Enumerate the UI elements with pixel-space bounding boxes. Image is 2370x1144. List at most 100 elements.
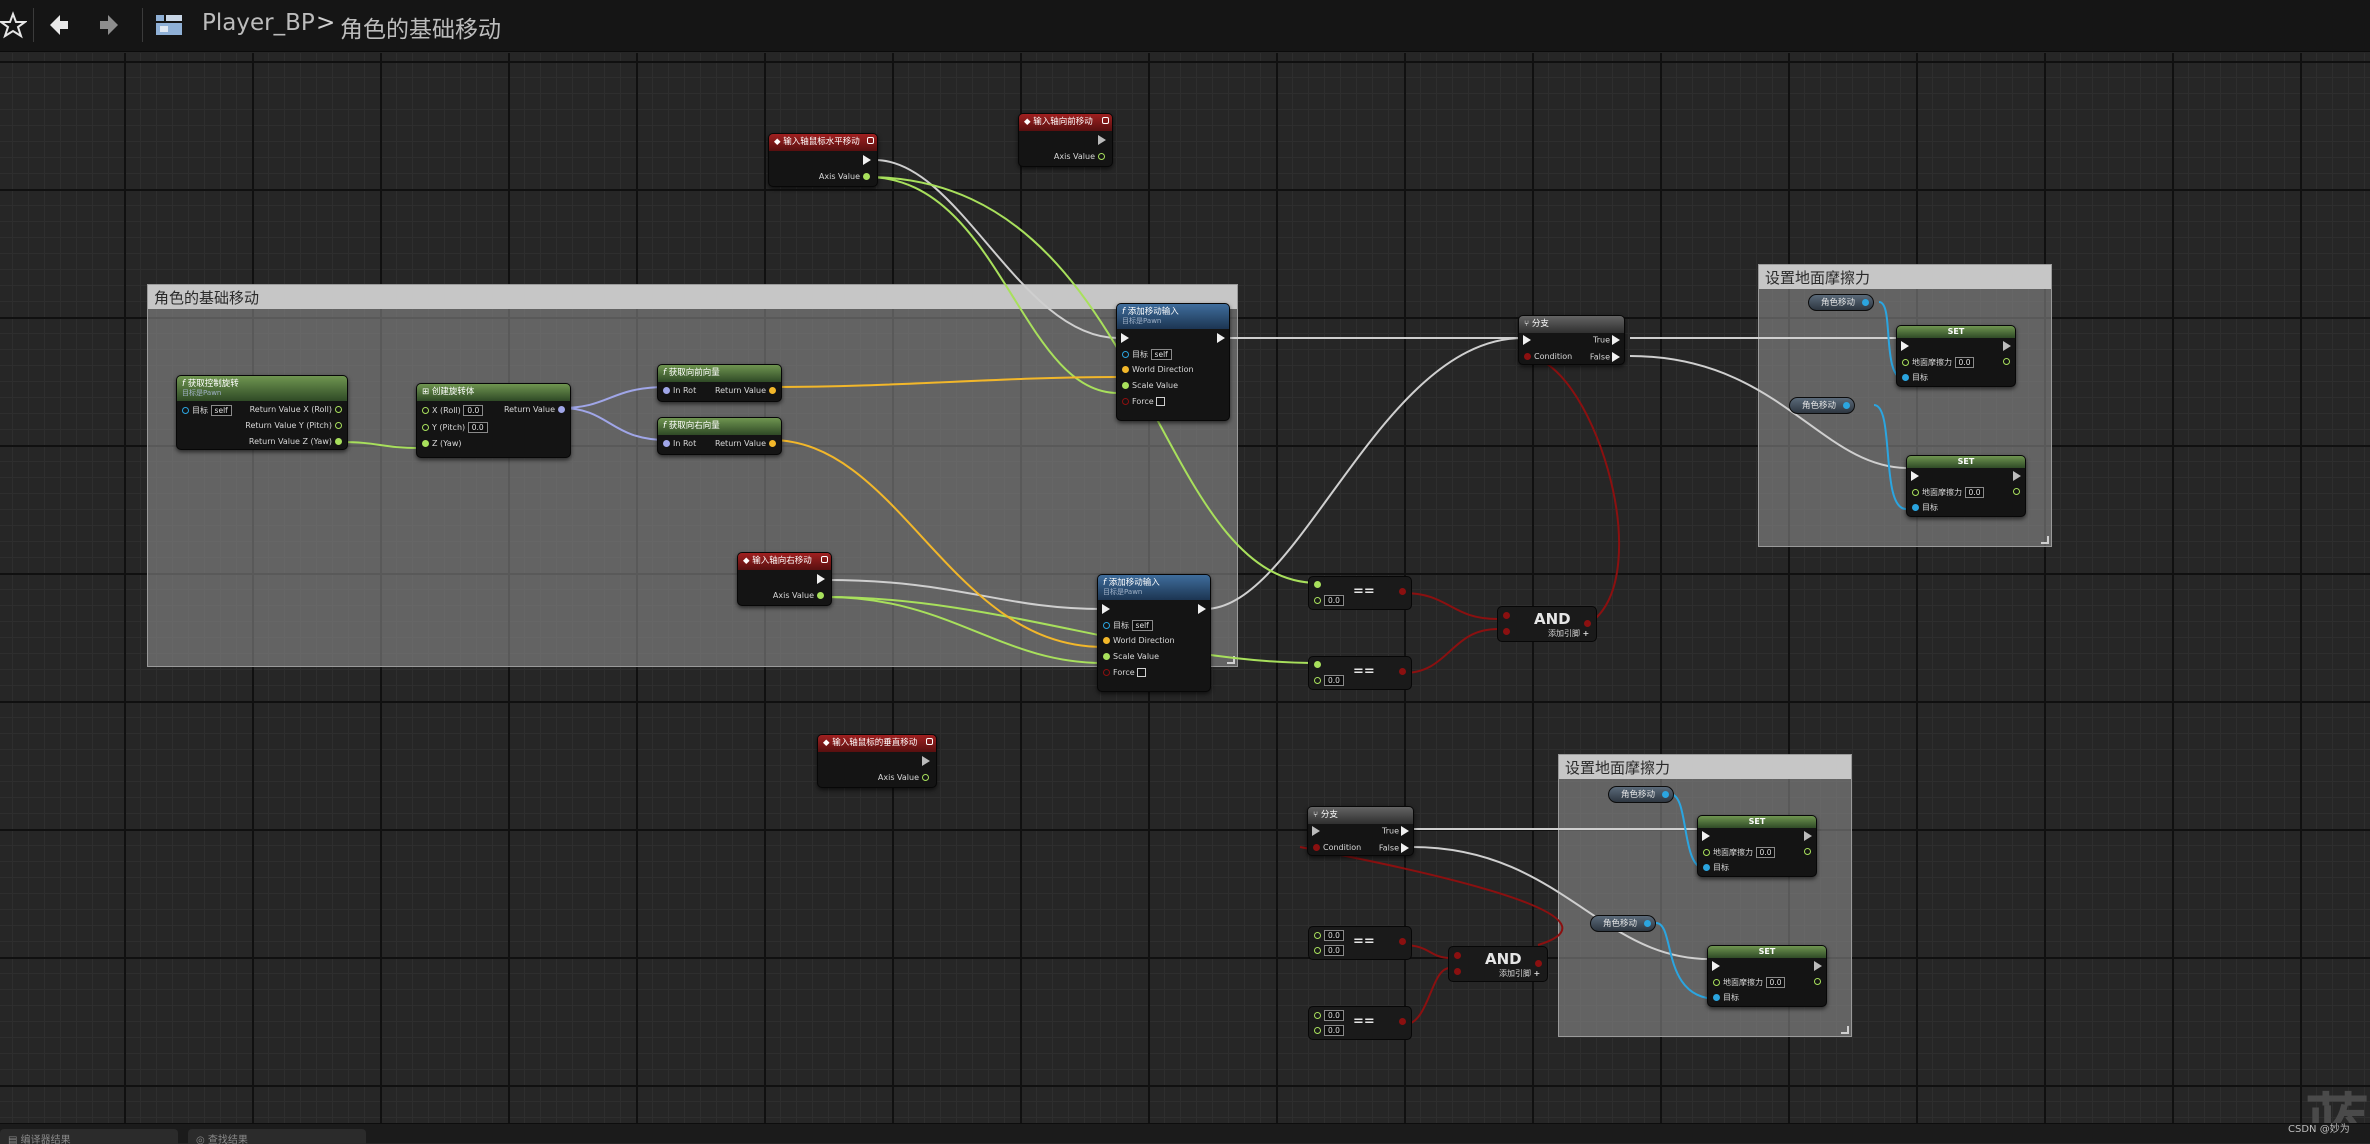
equals-node[interactable]: 0.0 0.0 == [1308,926,1412,960]
equals-node[interactable]: 0.0 == [1308,576,1412,610]
set-ground-friction-node[interactable]: SET 地面摩擦力 0.0 目标 [1896,325,2016,387]
star-icon[interactable] [0,8,30,42]
return-value-pin[interactable]: Return Value [715,439,779,449]
get-right-vector-node[interactable]: f 获取向右向量 In Rot Return Value [657,417,782,455]
breadcrumb-blueprint[interactable]: Player_BP [202,10,315,36]
tab-find-results[interactable]: ◎ 查找结果 [188,1129,366,1144]
condition-pin[interactable]: Condition [1521,352,1572,362]
axis-value-pin[interactable]: Axis Value [878,773,932,783]
back-arrow-icon[interactable] [42,8,76,42]
target-value-field[interactable]: self [1150,349,1172,360]
add-pin-button[interactable]: 添加引脚 + [1499,969,1540,979]
exec-in-pin[interactable] [1521,335,1533,346]
node-header[interactable]: SET [1897,326,2015,338]
target-value-field[interactable]: self [1131,620,1153,631]
friction-value-field[interactable]: 0.0 [1765,977,1786,988]
float-in-a-pin[interactable] [1311,580,1324,590]
exec-out-pin[interactable] [1215,333,1227,344]
float-in-a-pin[interactable]: 0.0 [1311,1010,1344,1021]
x-roll-pin[interactable]: X (Roll) 0.0 [419,405,484,416]
add-pin-button[interactable]: 添加引脚 + [1548,629,1589,639]
axis-value-pin[interactable]: Axis Value [819,172,873,182]
value-field[interactable]: 0.0 [1324,930,1344,941]
friction-pin[interactable]: 地面摩擦力 0.0 [1700,847,1776,858]
exec-out-pin[interactable] [2001,341,2013,352]
target-pin[interactable]: 目标 self [1119,349,1172,360]
return-z-pin[interactable]: Return Value Z (Yaw) [249,437,345,447]
value-field[interactable]: 0.0 [1324,1010,1344,1021]
exec-out-pin[interactable] [1196,604,1208,615]
in-rot-pin[interactable]: In Rot [660,386,696,396]
friction-pin[interactable]: 地面摩擦力 0.0 [1909,487,1985,498]
axis-value-pin[interactable]: Axis Value [1054,152,1108,162]
and-boolean-node[interactable]: AND 添加引脚 + [1448,946,1548,982]
branch-node[interactable]: ⑂ 分支 True Condition False [1518,315,1625,365]
world-direction-pin[interactable]: World Direction [1119,365,1194,375]
character-movement-variable[interactable]: 角色移动 [1808,294,1875,311]
float-in-a-pin[interactable] [1311,660,1324,670]
false-pin[interactable]: False [1379,843,1411,854]
bool-out-pin[interactable] [1581,619,1594,629]
tab-compiler-results[interactable]: ▤ 编译器结果 [0,1129,178,1144]
value-field[interactable]: 0.0 [1324,675,1344,686]
in-rot-pin[interactable]: In Rot [660,439,696,449]
friction-pin[interactable]: 地面摩擦力 0.0 [1710,977,1786,988]
input-axis-event-node[interactable]: ◆ 输入轴鼠标的垂直移动 Axis Value [817,734,937,788]
object-out-pin[interactable] [1662,791,1670,798]
add-movement-input-node[interactable]: f 添加移动输入 目标是Pawn 目标 self World Direction … [1116,303,1230,421]
exec-out-pin[interactable] [1802,831,1814,842]
exec-in-pin[interactable] [1710,961,1722,972]
make-rotator-node[interactable]: ⊞ 创建旋转体 X (Roll) 0.0 Y (Pitch) 0.0 Z (Ya… [416,383,571,458]
exec-in-pin[interactable] [1310,826,1322,837]
exec-in-pin[interactable] [1899,341,1911,352]
node-header[interactable]: f 获取控制旋转 目标是Pawn [177,376,347,401]
set-ground-friction-node[interactable]: SET 地面摩擦力 0.0 目标 [1707,945,1827,1007]
return-y-pin[interactable]: Return Value Y (Pitch) [245,421,345,431]
condition-pin[interactable]: Condition [1310,843,1361,853]
y-pitch-pin[interactable]: Y (Pitch) 0.0 [419,422,488,433]
force-pin[interactable]: Force [1119,397,1166,407]
return-value-pin[interactable]: Return Value [504,405,568,415]
character-movement-variable[interactable]: 角色移动 [1608,786,1675,803]
forward-arrow-icon[interactable] [92,8,126,42]
node-header[interactable]: f 获取向前向量 [658,365,781,382]
and-boolean-node[interactable]: AND 添加引脚 + [1497,606,1597,642]
true-pin[interactable]: True [1382,826,1411,837]
bool-in-b-pin[interactable] [1451,967,1464,977]
input-axis-event-node[interactable]: ◆ 输入轴向前移动 Axis Value [1018,113,1113,167]
bool-out-pin[interactable] [1396,667,1409,677]
friction-out-pin[interactable] [2010,487,2023,497]
friction-out-pin[interactable] [2000,357,2013,367]
bool-in-a-pin[interactable] [1451,951,1464,961]
float-in-b-pin[interactable]: 0.0 [1311,675,1344,686]
exec-in-pin[interactable] [1100,604,1112,615]
node-header[interactable]: ◆ 输入轴向右移动 [738,553,831,570]
node-header[interactable]: ⑂ 分支 [1519,316,1624,333]
target-pin[interactable]: 目标 [1909,503,1938,513]
value-field[interactable]: 0.0 [1324,945,1344,956]
exec-in-pin[interactable] [1909,471,1921,482]
bool-out-pin[interactable] [1532,959,1545,969]
scale-value-pin[interactable]: Scale Value [1100,652,1159,662]
node-header[interactable]: ⊞ 创建旋转体 [417,384,570,401]
target-pin[interactable]: 目标 [1700,863,1729,873]
node-header[interactable]: ◆ 输入轴鼠标水平移动 [769,134,877,151]
bool-out-pin[interactable] [1396,587,1409,597]
y-value-field[interactable]: 0.0 [467,422,488,433]
object-out-pin[interactable] [1862,299,1870,306]
friction-out-pin[interactable] [1801,847,1814,857]
friction-out-pin[interactable] [1811,977,1824,987]
set-ground-friction-node[interactable]: SET 地面摩擦力 0.0 目标 [1906,455,2026,517]
target-value-field[interactable]: self [210,405,232,416]
bool-out-pin[interactable] [1396,1017,1409,1027]
value-field[interactable]: 0.0 [1324,1025,1344,1036]
return-x-pin[interactable]: Return Value X (Roll) [250,405,345,415]
exec-out-pin[interactable] [861,155,873,166]
exec-out-pin[interactable] [2011,471,2023,482]
exec-out-pin[interactable] [815,574,827,585]
bool-in-a-pin[interactable] [1500,611,1513,621]
axis-value-pin[interactable]: Axis Value [773,591,827,601]
friction-value-field[interactable]: 0.0 [1954,357,1975,368]
float-in-b-pin[interactable]: 0.0 [1311,945,1344,956]
equals-node[interactable]: 0.0 0.0 == [1308,1006,1412,1040]
